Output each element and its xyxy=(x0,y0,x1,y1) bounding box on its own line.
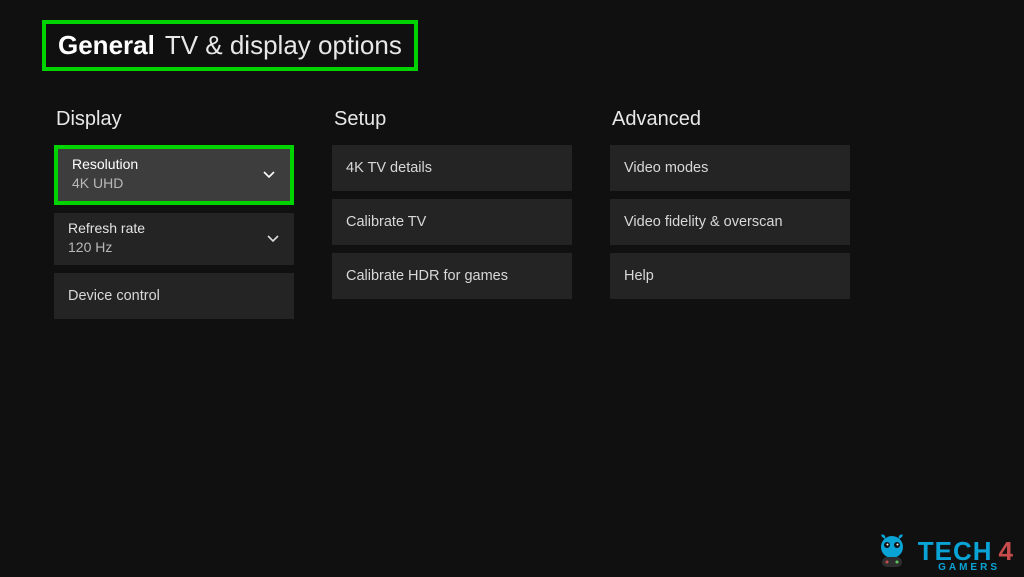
item-label: Calibrate TV xyxy=(346,214,426,230)
title-subcategory: TV & display options xyxy=(165,30,402,61)
title-category: General xyxy=(58,30,155,61)
mascot-icon xyxy=(872,531,912,571)
item-label: Help xyxy=(624,268,654,284)
video-modes-button[interactable]: Video modes xyxy=(610,145,850,191)
chevron-down-icon xyxy=(262,168,276,182)
calibrate-tv-button[interactable]: Calibrate TV xyxy=(332,199,572,245)
page-title: General TV & display options xyxy=(42,20,418,71)
item-label: Video modes xyxy=(624,160,708,176)
refresh-rate-select[interactable]: Refresh rate 120 Hz xyxy=(54,213,294,265)
item-label: Video fidelity & overscan xyxy=(624,214,783,230)
column-header-display: Display xyxy=(54,108,294,131)
refresh-rate-label: Refresh rate xyxy=(68,220,145,237)
column-setup: Setup 4K TV details Calibrate TV Calibra… xyxy=(332,108,572,327)
settings-columns: Display Resolution 4K UHD Refresh rate 1… xyxy=(54,108,850,327)
video-fidelity-button[interactable]: Video fidelity & overscan xyxy=(610,199,850,245)
refresh-rate-value: 120 Hz xyxy=(68,237,112,257)
column-advanced: Advanced Video modes Video fidelity & ov… xyxy=(610,108,850,327)
highlight-resolution: Resolution 4K UHD xyxy=(54,145,294,205)
device-control-label: Device control xyxy=(68,288,160,304)
resolution-label: Resolution xyxy=(72,156,138,173)
column-header-advanced: Advanced xyxy=(610,108,850,131)
watermark-logo: TECH 4 GAMERS xyxy=(872,531,1014,571)
resolution-select[interactable]: Resolution 4K UHD xyxy=(58,149,290,201)
four-k-tv-details-button[interactable]: 4K TV details xyxy=(332,145,572,191)
column-display: Display Resolution 4K UHD Refresh rate 1… xyxy=(54,108,294,327)
resolution-value: 4K UHD xyxy=(72,173,123,193)
chevron-down-icon xyxy=(266,232,280,246)
help-button[interactable]: Help xyxy=(610,253,850,299)
item-label: Calibrate HDR for games xyxy=(346,268,508,284)
calibrate-hdr-button[interactable]: Calibrate HDR for games xyxy=(332,253,572,299)
watermark-subtext: GAMERS xyxy=(938,562,1000,573)
device-control-button[interactable]: Device control xyxy=(54,273,294,319)
column-header-setup: Setup xyxy=(332,108,572,131)
item-label: 4K TV details xyxy=(346,160,432,176)
watermark-text-2: 4 xyxy=(999,536,1014,567)
